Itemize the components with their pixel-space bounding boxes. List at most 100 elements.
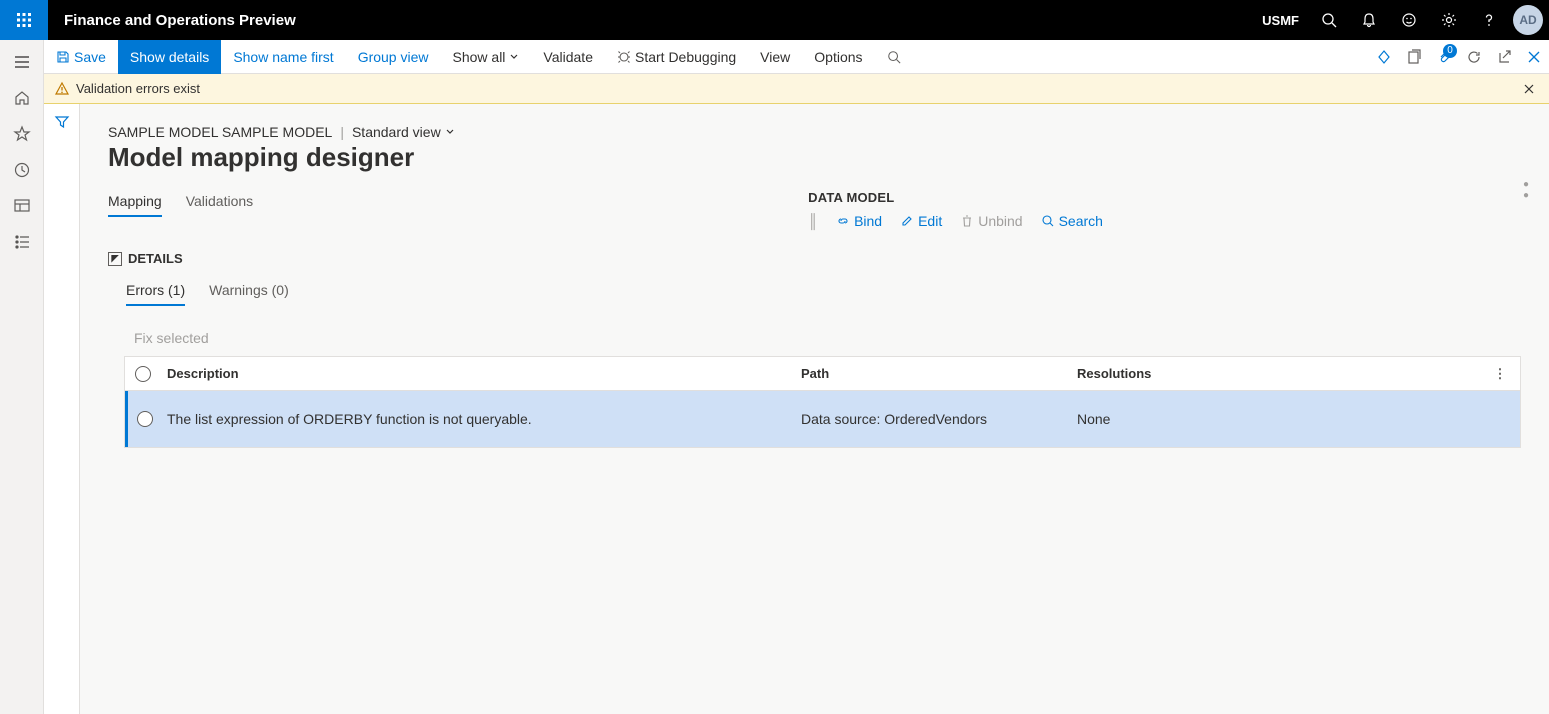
search-icon (1321, 12, 1337, 28)
left-panel-dots[interactable]: ● (1523, 179, 1529, 190)
view-selector[interactable]: Standard view (352, 124, 455, 140)
table-row[interactable]: The list expression of ORDERBY function … (125, 391, 1520, 447)
filter-icon (54, 114, 70, 130)
banner-close[interactable] (1519, 79, 1539, 99)
search-button[interactable]: Search (1041, 213, 1103, 229)
show-all-label: Show all (453, 49, 506, 65)
messages-button[interactable]: 0 (1429, 40, 1459, 74)
list-icon (13, 233, 31, 251)
avatar[interactable]: AD (1513, 5, 1543, 35)
details-collapse[interactable]: ◤ (108, 252, 122, 266)
banner-text: Validation errors exist (76, 81, 200, 96)
row-description: The list expression of ORDERBY function … (161, 411, 801, 427)
breadcrumb-separator: | (340, 124, 344, 140)
waffle-icon (16, 12, 32, 28)
close-icon (1526, 49, 1542, 65)
col-path[interactable]: Path (801, 366, 1077, 381)
right-panel-dots[interactable]: ● (1523, 190, 1529, 201)
options-label: Options (814, 49, 862, 65)
link-icon (836, 214, 850, 228)
waffle-menu[interactable] (0, 0, 48, 40)
filter-button[interactable] (54, 114, 70, 714)
view-menu[interactable]: View (748, 40, 802, 74)
group-view-button[interactable]: Group view (346, 40, 441, 74)
options-menu[interactable]: Options (802, 40, 874, 74)
view-name: Standard view (352, 124, 441, 140)
view-label: View (760, 49, 790, 65)
smiley-icon (1401, 12, 1417, 28)
save-label: Save (74, 49, 106, 65)
row-path: Data source: OrderedVendors (801, 411, 1077, 427)
details-label: DETAILS (128, 251, 183, 266)
debug-icon (617, 50, 631, 64)
unbind-button: Unbind (960, 213, 1022, 229)
warning-icon (54, 81, 70, 97)
grid-header: Description Path Resolutions ⋮ (125, 357, 1520, 391)
close-button[interactable] (1519, 40, 1549, 74)
show-details-button[interactable]: Show details (118, 40, 221, 74)
search-icon (1041, 214, 1055, 228)
start-debugging-label: Start Debugging (635, 49, 736, 65)
show-all-dropdown[interactable]: Show all (441, 40, 532, 74)
refresh-icon (1466, 49, 1482, 65)
edit-icon (900, 214, 914, 228)
settings-button[interactable] (1429, 0, 1469, 40)
group-view-label: Group view (358, 49, 429, 65)
save-button[interactable]: Save (44, 40, 118, 74)
row-radio[interactable] (137, 411, 153, 427)
col-description[interactable]: Description (161, 366, 801, 381)
show-name-first-button[interactable]: Show name first (221, 40, 345, 74)
popout-button[interactable] (1399, 40, 1429, 74)
workspaces-nav[interactable] (0, 188, 44, 224)
fix-selected-button[interactable]: Fix selected (80, 306, 1549, 356)
open-new-button[interactable] (1489, 40, 1519, 74)
show-name-first-label: Show name first (233, 49, 333, 65)
chevron-down-icon (509, 52, 519, 62)
notifications-button[interactable] (1349, 0, 1389, 40)
open-new-icon (1496, 49, 1512, 65)
attachments-button[interactable] (1369, 40, 1399, 74)
search-icon (887, 50, 901, 64)
feedback-button[interactable] (1389, 0, 1429, 40)
save-icon (56, 50, 70, 64)
tab-mapping[interactable]: Mapping (108, 185, 162, 217)
refresh-button[interactable] (1459, 40, 1489, 74)
help-icon (1481, 12, 1497, 28)
subtab-warnings[interactable]: Warnings (0) (209, 278, 289, 306)
recent-nav[interactable] (0, 152, 44, 188)
popout-icon (1406, 49, 1422, 65)
edit-button[interactable]: Edit (900, 213, 942, 229)
select-all-radio[interactable] (135, 366, 151, 382)
hamburger-menu[interactable] (0, 44, 44, 80)
home-icon (13, 89, 31, 107)
gear-icon (1441, 12, 1457, 28)
clock-icon (13, 161, 31, 179)
validate-button[interactable]: Validate (531, 40, 605, 74)
start-debugging-button[interactable]: Start Debugging (605, 40, 748, 74)
star-icon (13, 125, 31, 143)
row-resolutions: None (1077, 411, 1512, 427)
diamond-icon (1376, 49, 1392, 65)
action-search[interactable] (875, 40, 913, 74)
favorites-nav[interactable] (0, 116, 44, 152)
validate-label: Validate (543, 49, 593, 65)
messages-badge: 0 (1443, 44, 1457, 58)
modules-nav[interactable] (0, 224, 44, 260)
company-code[interactable]: USMF (1252, 13, 1309, 28)
show-details-label: Show details (130, 49, 209, 65)
subtab-errors[interactable]: Errors (1) (126, 278, 185, 306)
bell-icon (1361, 12, 1377, 28)
data-model-header: DATA MODEL (808, 190, 1103, 213)
workspace-icon (13, 197, 31, 215)
grid-more[interactable]: ⋮ (1488, 366, 1512, 382)
tab-validations[interactable]: Validations (186, 185, 253, 217)
app-title: Finance and Operations Preview (48, 12, 312, 29)
close-icon (1523, 83, 1535, 95)
tree-handle[interactable]: ║ (808, 213, 818, 229)
bind-button[interactable]: Bind (836, 213, 882, 229)
home-nav[interactable] (0, 80, 44, 116)
search-button[interactable] (1309, 0, 1349, 40)
help-button[interactable] (1469, 0, 1509, 40)
col-resolutions[interactable]: Resolutions (1077, 366, 1488, 381)
trash-icon (960, 214, 974, 228)
